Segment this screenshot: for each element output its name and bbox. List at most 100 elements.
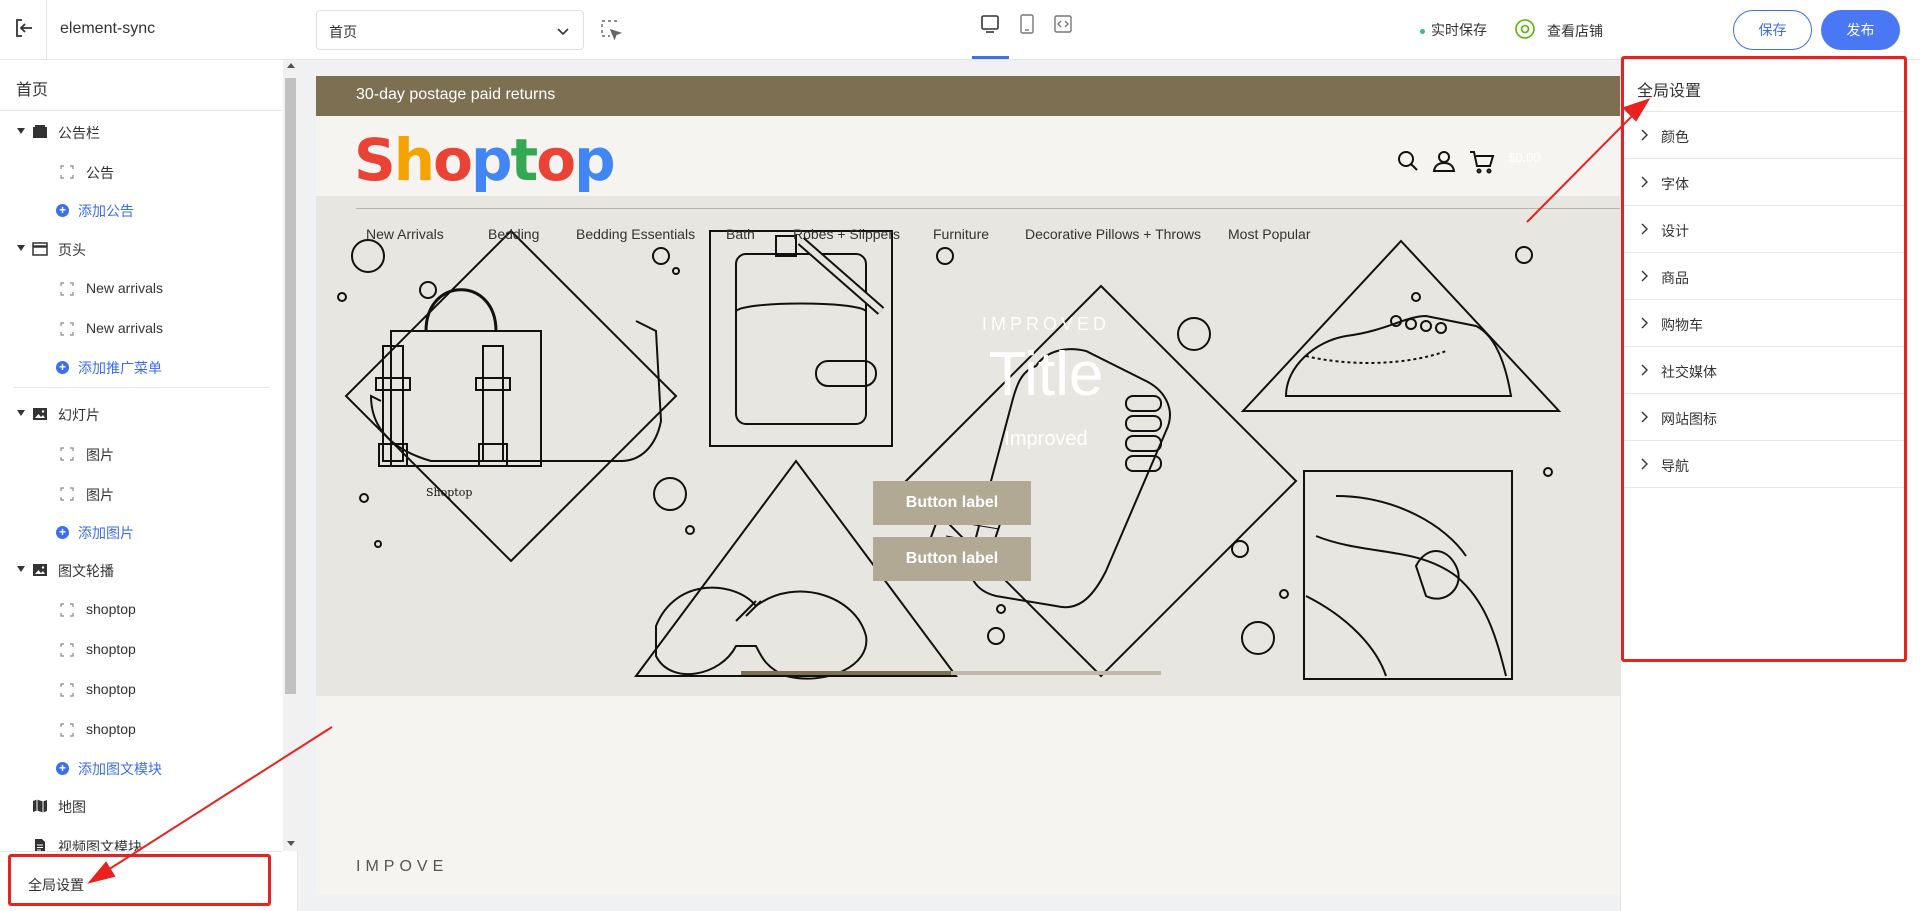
block-icon bbox=[60, 603, 74, 617]
scroll-down-icon[interactable] bbox=[287, 841, 295, 846]
tree-group-header[interactable]: 页头 bbox=[0, 229, 282, 269]
tree-group-carousel[interactable]: 图文轮播 bbox=[0, 550, 282, 590]
image-icon bbox=[33, 564, 47, 576]
group-label: 公告栏 bbox=[58, 125, 100, 141]
search-icon[interactable] bbox=[1398, 151, 1418, 171]
hero-button-secondary[interactable]: Button label bbox=[873, 537, 1031, 581]
nav-furniture[interactable]: Furniture bbox=[933, 226, 989, 242]
tree-item[interactable]: New arrivals bbox=[0, 309, 282, 349]
toolbar-divider bbox=[46, 0, 47, 60]
tree-group-map[interactable]: 地图 bbox=[0, 786, 282, 826]
hero-subtitle: Improved bbox=[1004, 428, 1088, 450]
store-logo[interactable]: Shoptop bbox=[354, 126, 616, 194]
block-icon bbox=[60, 165, 74, 179]
status-dot-icon bbox=[1420, 28, 1425, 34]
logo-letter: o bbox=[536, 126, 576, 194]
add-announcement-button[interactable]: + 添加公告 bbox=[0, 190, 282, 230]
desktop-icon[interactable] bbox=[979, 13, 1001, 35]
nav-bath[interactable]: Bath bbox=[726, 226, 755, 242]
caret-down-icon[interactable] bbox=[17, 245, 25, 251]
map-icon bbox=[33, 799, 47, 813]
add-label: 添加推广菜单 bbox=[78, 360, 162, 376]
nav-decorative-pillows[interactable]: Decorative Pillows + Throws bbox=[1025, 226, 1201, 242]
plus-circle-icon: + bbox=[56, 361, 69, 374]
page-select-value: 首页 bbox=[329, 24, 357, 40]
tree-item[interactable]: New arrivals bbox=[0, 269, 282, 309]
logo-letter: S bbox=[354, 126, 396, 194]
user-icon[interactable] bbox=[1432, 151, 1456, 172]
nav-new-arrivals[interactable]: New Arrivals bbox=[366, 226, 444, 242]
tree-item[interactable]: shoptop bbox=[0, 670, 282, 710]
image-icon bbox=[33, 408, 47, 420]
section-heading: IMPOVE bbox=[356, 858, 449, 875]
logo-letter: h bbox=[393, 126, 435, 194]
caret-down-icon[interactable] bbox=[17, 128, 25, 134]
logo-letter: o bbox=[433, 126, 473, 194]
add-image-button[interactable]: + 添加图片 bbox=[0, 512, 282, 552]
tree-item-label: 图片 bbox=[86, 487, 114, 503]
plus-circle-icon: + bbox=[56, 204, 69, 217]
section-sidebar: 首页 公告栏 公告 + 添加公告 页头 New arrivals New arr… bbox=[0, 60, 298, 911]
block-icon bbox=[60, 683, 74, 697]
logo-letter: t bbox=[510, 126, 538, 194]
group-label: 页头 bbox=[58, 242, 86, 258]
tree-item[interactable]: shoptop bbox=[0, 630, 282, 670]
publish-button[interactable]: 发布 bbox=[1821, 10, 1900, 50]
tree-group-slideshow[interactable]: 幻灯片 bbox=[0, 394, 282, 434]
block-icon bbox=[60, 447, 74, 461]
app-title: element-sync bbox=[60, 20, 156, 37]
slide-progress-fill bbox=[741, 671, 951, 675]
tree-item-label: 图片 bbox=[86, 447, 114, 463]
caret-down-icon[interactable] bbox=[17, 566, 25, 572]
tablet-icon[interactable] bbox=[1016, 13, 1038, 35]
add-promo-menu-button[interactable]: + 添加推广菜单 bbox=[0, 347, 282, 387]
fullscreen-code-icon[interactable] bbox=[1052, 13, 1074, 35]
hero-title: Title bbox=[988, 340, 1104, 409]
highlight-box bbox=[8, 854, 271, 906]
sidebar-scrollbar-thumb[interactable] bbox=[285, 78, 296, 694]
nav-bedding-essentials[interactable]: Bedding Essentials bbox=[576, 226, 695, 242]
eye-icon bbox=[1515, 19, 1535, 39]
top-toolbar: element-sync 首页 实时保存 查看店铺 保存 发布 bbox=[0, 0, 1920, 60]
add-label: 添加图片 bbox=[78, 525, 134, 541]
header-icons bbox=[1398, 151, 1495, 174]
tree-item[interactable]: 图片 bbox=[0, 434, 282, 474]
scroll-up-icon[interactable] bbox=[287, 63, 295, 68]
tree-item[interactable]: shoptop bbox=[0, 590, 282, 630]
add-label: 添加图文模块 bbox=[78, 761, 162, 777]
tree-item[interactable]: shoptop bbox=[0, 710, 282, 750]
nav-bedding[interactable]: Bedding bbox=[488, 226, 539, 242]
tree-item[interactable]: 图片 bbox=[0, 474, 282, 514]
announcement-icon bbox=[33, 125, 47, 138]
logo-letter: p bbox=[574, 126, 616, 194]
cart-icon[interactable] bbox=[1470, 151, 1495, 174]
plus-circle-icon: + bbox=[56, 526, 69, 539]
save-button[interactable]: 保存 bbox=[1733, 10, 1812, 50]
hero-eyebrow: IMPROVED bbox=[981, 314, 1110, 334]
nav-most-popular[interactable]: Most Popular bbox=[1228, 226, 1310, 242]
tree-group-announcement[interactable]: 公告栏 bbox=[0, 112, 282, 152]
divider bbox=[14, 387, 270, 388]
logo-letter: p bbox=[470, 126, 513, 194]
cart-amount: $0.00 bbox=[1508, 150, 1541, 165]
group-label: 图文轮播 bbox=[58, 563, 114, 579]
sidebar-title: 首页 bbox=[16, 82, 49, 99]
nav-robes-slippers[interactable]: Robes + Slippers bbox=[793, 226, 900, 242]
tree-item-label: shoptop bbox=[86, 641, 136, 657]
block-icon bbox=[60, 487, 74, 501]
select-element-icon[interactable] bbox=[600, 19, 622, 41]
block-icon bbox=[60, 643, 74, 657]
group-label: 地图 bbox=[58, 799, 86, 815]
announcement-text: 30-day postage paid returns bbox=[356, 86, 556, 103]
caret-down-icon[interactable] bbox=[17, 410, 25, 416]
exit-icon[interactable] bbox=[12, 16, 36, 40]
block-icon bbox=[60, 322, 74, 336]
add-carousel-module-button[interactable]: + 添加图文模块 bbox=[0, 748, 282, 788]
page-select[interactable]: 首页 bbox=[316, 10, 584, 50]
tree-item-label: New arrivals bbox=[86, 280, 164, 296]
tree-item[interactable]: 公告 bbox=[0, 152, 282, 192]
chevron-down-icon bbox=[557, 28, 569, 36]
group-label: 幻灯片 bbox=[58, 407, 100, 423]
tree-item-label: shoptop bbox=[86, 681, 136, 697]
hero-button-primary[interactable]: Button label bbox=[873, 481, 1031, 525]
